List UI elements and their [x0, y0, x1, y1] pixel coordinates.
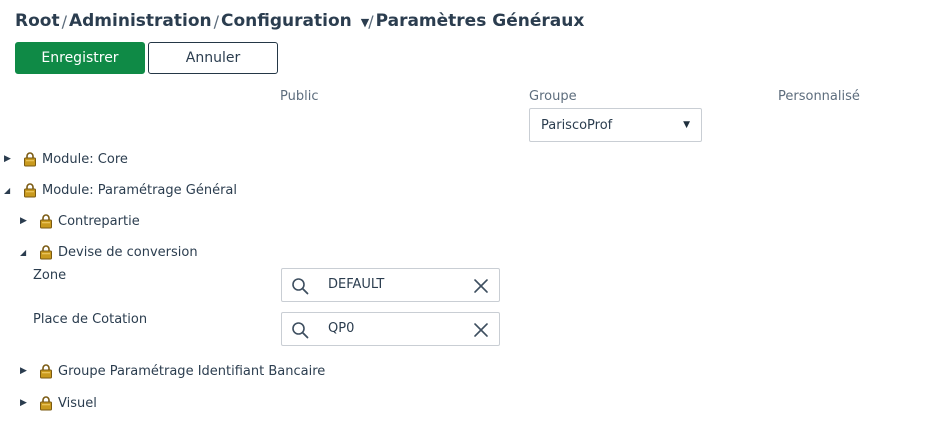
breadcrumb-administration[interactable]: Administration: [69, 11, 212, 31]
tree-item-contrepartie[interactable]: ▶ Contrepartie: [20, 210, 140, 232]
tree-item-label: Module: Paramétrage Général: [42, 182, 237, 198]
expand-arrow-icon[interactable]: ▶: [20, 216, 36, 226]
page-title: Paramètres Généraux: [375, 11, 585, 31]
breadcrumb-separator: /: [213, 11, 219, 31]
cotation-search-field[interactable]: QP0: [281, 312, 500, 346]
search-icon[interactable]: [291, 277, 309, 295]
cancel-button[interactable]: Annuler: [148, 42, 278, 74]
lock-icon: [40, 364, 52, 379]
lock-icon: [24, 152, 36, 167]
group-select[interactable]: PariscoProf ▼: [529, 108, 702, 142]
breadcrumb-separator: /: [61, 11, 67, 31]
lock-icon: [40, 214, 52, 229]
tree-item-label: Devise de conversion: [58, 244, 198, 260]
expand-arrow-icon[interactable]: ▶: [20, 366, 36, 376]
cotation-value[interactable]: QP0: [328, 313, 458, 345]
zone-search-field[interactable]: DEFAULT: [281, 268, 500, 302]
close-icon[interactable]: [473, 322, 489, 338]
column-header-custom: Personnalisé: [778, 89, 860, 104]
tree-item-label: Contrepartie: [58, 213, 140, 229]
tree-item-devise-conversion[interactable]: ◢ Devise de conversion: [20, 241, 198, 263]
expand-arrow-icon[interactable]: ▶: [4, 154, 20, 164]
save-button[interactable]: Enregistrer: [15, 42, 145, 74]
lock-icon: [40, 245, 52, 260]
field-label-zone: Zone: [33, 268, 67, 283]
tree-item-label: Groupe Paramétrage Identifiant Bancaire: [58, 363, 326, 379]
expand-arrow-icon[interactable]: ▶: [20, 398, 36, 408]
field-label-place-cotation: Place de Cotation: [33, 312, 148, 327]
chevron-down-icon: ▼: [683, 120, 690, 130]
tree-item-module-core[interactable]: ▶ Module: Core: [4, 148, 128, 170]
column-header-group: Groupe: [529, 89, 577, 104]
tree-item-module-parametrage[interactable]: ◢ Module: Paramétrage Général: [4, 179, 237, 201]
search-icon[interactable]: [291, 321, 309, 339]
tree-item-label: Module: Core: [42, 151, 128, 167]
tree-item-groupe-identifiant-bancaire[interactable]: ▶ Groupe Paramétrage Identifiant Bancair…: [20, 360, 325, 382]
column-header-public: Public: [280, 89, 319, 104]
lock-icon: [24, 183, 36, 198]
tree-item-visuel[interactable]: ▶ Visuel: [20, 392, 97, 414]
group-select-value: PariscoProf: [541, 117, 613, 133]
settings-page: Root / Administration / Configuration ▼ …: [0, 0, 929, 421]
close-icon[interactable]: [473, 278, 489, 294]
zone-value[interactable]: DEFAULT: [328, 269, 458, 301]
collapse-arrow-icon[interactable]: ◢: [20, 248, 36, 257]
breadcrumb-separator: /: [368, 11, 374, 31]
lock-icon: [40, 396, 52, 411]
tree-item-label: Visuel: [58, 395, 97, 411]
breadcrumb: Root / Administration / Configuration ▼ …: [15, 9, 584, 33]
breadcrumb-root[interactable]: Root: [15, 11, 60, 31]
breadcrumb-configuration[interactable]: Configuration: [221, 11, 352, 31]
collapse-arrow-icon[interactable]: ◢: [4, 186, 20, 195]
